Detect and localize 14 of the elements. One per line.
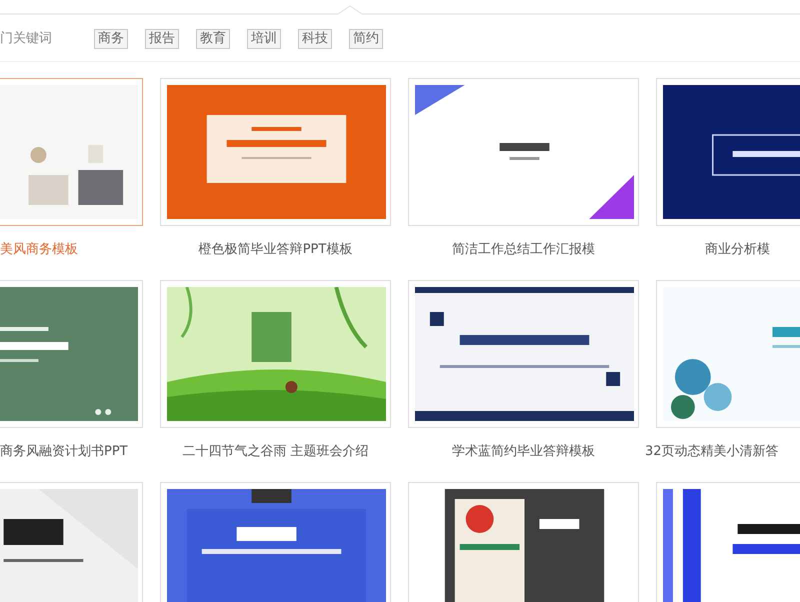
template-title[interactable]: 32页动态精美小清新答	[645, 442, 779, 462]
keyword-tag[interactable]: 商务	[94, 28, 128, 48]
keyword-tag[interactable]: 简约	[349, 28, 383, 48]
keyword-tag[interactable]: 教育	[196, 28, 230, 48]
template-title[interactable]: 橙色极简毕业答辩PPT模板	[198, 240, 352, 260]
keyword-tag[interactable]: 科技	[298, 28, 332, 48]
template-title[interactable]: 商业分析模	[705, 240, 770, 260]
keywords-label: 门关键词	[0, 30, 53, 48]
template-title[interactable]: 学术蓝简约毕业答辩模板	[452, 442, 595, 462]
keyword-tag[interactable]: 报告	[145, 28, 179, 48]
keyword-tag[interactable]: 培训	[247, 28, 281, 48]
template-title[interactable]: 商务风融资计划书PPT	[0, 442, 128, 462]
template-title[interactable]: 二十四节气之谷雨 主题班会介绍	[182, 442, 369, 462]
template-title[interactable]: 简洁工作总结工作汇报模	[452, 240, 595, 260]
